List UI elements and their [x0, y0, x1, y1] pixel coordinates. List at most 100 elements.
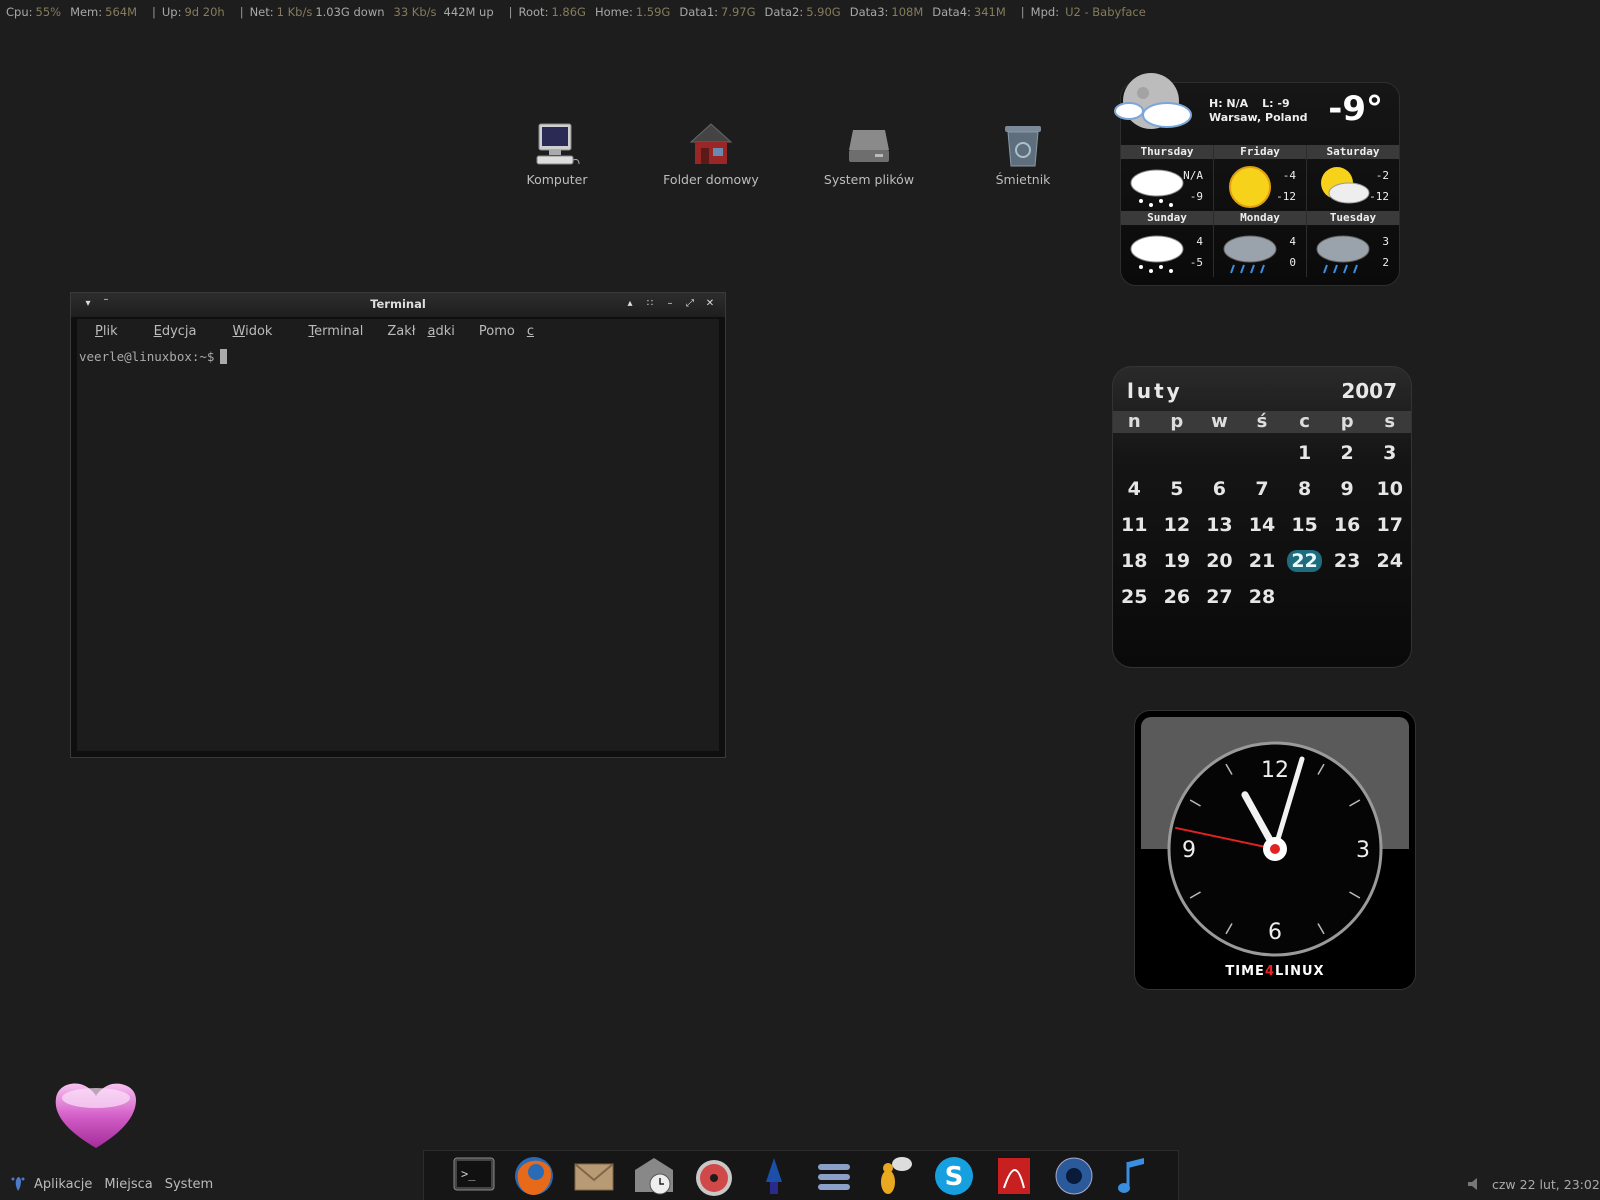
desktop-icon-trash[interactable]: Śmietnik: [958, 122, 1088, 187]
dock-mail-clock[interactable]: [624, 1152, 684, 1200]
dock-music[interactable]: [1104, 1152, 1164, 1200]
conky-mem: Mem: 564M: [70, 5, 138, 19]
calendar-day[interactable]: 21: [1241, 543, 1284, 579]
calendar-day[interactable]: 25: [1113, 579, 1156, 615]
calendar-day[interactable]: 6: [1198, 471, 1241, 507]
cd-player-icon: [696, 1159, 732, 1196]
mail-clock-icon: [635, 1157, 673, 1194]
dock-firefox[interactable]: [504, 1152, 564, 1200]
menu-aplikacje[interactable]: Aplikacje: [34, 1177, 92, 1192]
calendar-day[interactable]: 11: [1113, 507, 1156, 543]
moon-cloud-icon: [1111, 69, 1195, 139]
calendar-weekday-header: npwścps: [1113, 411, 1411, 433]
aperture-icon: [1055, 1157, 1093, 1194]
dock-mail[interactable]: [564, 1152, 624, 1200]
calendar-day[interactable]: 24: [1368, 543, 1411, 579]
raise-icon[interactable]: ▴: [623, 297, 637, 311]
conky-uptime: Up: 9d 20h: [161, 5, 225, 19]
calendar-day: [1241, 435, 1284, 471]
firefox-icon: [515, 1156, 553, 1195]
maximize-icon[interactable]: ⤢: [683, 297, 697, 311]
menu-zakladki[interactable]: Zakł adki: [387, 324, 466, 339]
dock-cd-player[interactable]: [684, 1152, 744, 1200]
calendar-day[interactable]: 13: [1198, 507, 1241, 543]
menu-plik[interactable]: Plik: [83, 324, 130, 339]
gnome-panel-menus: Aplikacje Miejsca System: [10, 1174, 225, 1194]
menu-widok[interactable]: Widok: [221, 324, 285, 339]
calendar-day[interactable]: 19: [1156, 543, 1199, 579]
forecast-day: Monday 40: [1214, 211, 1307, 277]
dock-gimp[interactable]: [744, 1152, 804, 1200]
mail-icon: [574, 1162, 614, 1190]
calendar-day[interactable]: 12: [1156, 507, 1199, 543]
calendar-day[interactable]: 20: [1198, 543, 1241, 579]
menu-miejsca[interactable]: Miejsca: [104, 1177, 152, 1192]
weather-widget[interactable]: H: N/A L: -9 Warsaw, Poland -9° Thursday …: [1114, 73, 1400, 286]
calendar-day[interactable]: 23: [1326, 543, 1369, 579]
gnome-foot-icon[interactable]: [10, 1175, 26, 1193]
close-icon[interactable]: ✕: [703, 297, 717, 311]
calendar-day[interactable]: 17: [1368, 507, 1411, 543]
minimize-icon[interactable]: –: [663, 297, 677, 311]
calendar-day[interactable]: 5: [1156, 471, 1199, 507]
snow-icon: [1127, 163, 1187, 209]
heart-icon[interactable]: [52, 1080, 140, 1150]
calendar-day[interactable]: 28: [1241, 579, 1284, 615]
music-note-icon: [1118, 1157, 1144, 1193]
conky-up-total: 442M up: [443, 5, 494, 19]
calendar-day[interactable]: 8: [1283, 471, 1326, 507]
calendar-day[interactable]: 1: [1283, 435, 1326, 471]
menu-edycja[interactable]: Edycja: [142, 324, 209, 339]
desktop-icon-label: Komputer: [526, 172, 588, 187]
menu-system[interactable]: System: [165, 1177, 213, 1192]
calendar-day[interactable]: 4: [1113, 471, 1156, 507]
conky-down-total: 1.03G down: [315, 5, 385, 19]
application-dock: >_ S: [423, 1150, 1179, 1200]
pdf-reader-icon: [998, 1157, 1030, 1194]
terminal-window[interactable]: ▾ – Terminal ▴ ∷ – ⤢ ✕ Plik Edycja Widok…: [70, 292, 726, 758]
menu-terminal[interactable]: Terminal: [296, 324, 375, 339]
menu-pomoc[interactable]: Pomo c: [479, 324, 546, 339]
panel-clock[interactable]: czw 22 lut, 23:02: [1492, 1177, 1600, 1192]
calendar-day[interactable]: 9: [1326, 471, 1369, 507]
stick-icon[interactable]: ∷: [643, 297, 657, 311]
analog-clock-widget[interactable]: 12 3 6 9 TIME4LINUX: [1134, 710, 1416, 990]
desktop-icon-computer[interactable]: Komputer: [492, 122, 622, 187]
calendar-widget[interactable]: luty 2007 npwścps 1 2 3 4 5 6 7 8 9 10 11 12 13 14 15 1…: [1112, 366, 1412, 668]
calendar-day[interactable]: 18: [1113, 543, 1156, 579]
trash-icon: [999, 122, 1047, 168]
desktop-icon-label: Folder domowy: [663, 172, 759, 187]
calendar-day[interactable]: 26: [1156, 579, 1199, 615]
calendar-day[interactable]: 10: [1368, 471, 1411, 507]
calendar-day[interactable]: 14: [1241, 507, 1284, 543]
rain-icon: [1220, 229, 1280, 275]
calendar-day[interactable]: 2: [1326, 435, 1369, 471]
conky-root: Root: 1.86G: [518, 5, 586, 19]
calendar-day[interactable]: 3: [1368, 435, 1411, 471]
skype-icon: S: [935, 1156, 973, 1195]
rain-icon: [1313, 229, 1373, 275]
dock-skype[interactable]: S: [924, 1152, 984, 1200]
terminal-menubar: Plik Edycja Widok Terminal Zakł adki Pomo…: [77, 319, 719, 343]
clock-face: 12 3 6 9: [1167, 741, 1383, 957]
desktop-icon-home-folder[interactable]: Folder domowy: [646, 122, 776, 187]
pidgin-icon: [881, 1156, 912, 1194]
dock-stack[interactable]: [804, 1152, 864, 1200]
calendar-day[interactable]: 15: [1283, 507, 1326, 543]
calendar-day[interactable]: 27: [1198, 579, 1241, 615]
svg-text:>_: >_: [461, 1167, 476, 1181]
dock-aperture[interactable]: [1044, 1152, 1104, 1200]
forecast-day: Saturday -2 -12: [1307, 145, 1399, 211]
calendar-month: luty: [1127, 379, 1183, 403]
desktop-icon-label: Śmietnik: [995, 172, 1051, 187]
calendar-day[interactable]: 7: [1241, 471, 1284, 507]
volume-icon[interactable]: [1466, 1176, 1484, 1192]
dock-pidgin[interactable]: [864, 1152, 924, 1200]
terminal-titlebar[interactable]: ▾ – Terminal ▴ ∷ – ⤢ ✕: [71, 293, 725, 317]
dock-pdf-reader[interactable]: [984, 1152, 1044, 1200]
calendar-day[interactable]: 22: [1283, 543, 1326, 579]
calendar-day[interactable]: 16: [1326, 507, 1369, 543]
desktop-icon-filesystem[interactable]: System plików: [804, 122, 934, 187]
terminal-content-area[interactable]: veerle@linuxbox:~$: [77, 343, 719, 751]
dock-terminal[interactable]: >_: [444, 1152, 504, 1200]
